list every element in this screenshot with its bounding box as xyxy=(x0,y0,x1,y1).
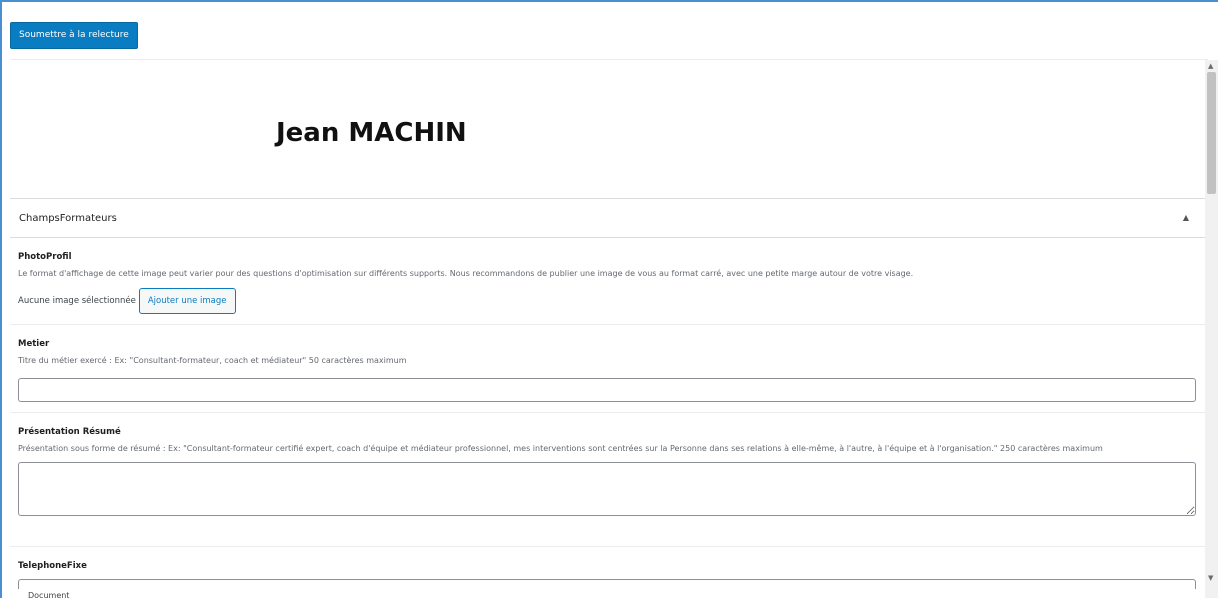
submit-for-review-button[interactable]: Soumettre à la relecture xyxy=(10,22,138,49)
no-image-text: Aucune image sélectionnée xyxy=(18,296,136,306)
field-desc-presentation: Présentation sous forme de résumé : Ex: … xyxy=(18,444,1103,453)
title-area: Jean MACHIN xyxy=(10,60,1205,198)
metier-input[interactable] xyxy=(18,378,1196,402)
scroll-thumb[interactable] xyxy=(1207,72,1216,194)
vertical-scrollbar[interactable]: ▲ ▼ xyxy=(1205,60,1218,598)
presentation-textarea[interactable] xyxy=(18,462,1196,516)
scroll-up-icon[interactable]: ▲ xyxy=(1208,62,1213,70)
breadcrumb-document[interactable]: Document xyxy=(28,591,69,600)
field-label-photo: PhotoProfil xyxy=(18,252,72,262)
field-label-telephone: TelephoneFixe xyxy=(18,561,87,571)
editor-canvas: Jean MACHIN ChampsFormateurs ▲ PhotoProf… xyxy=(10,60,1205,598)
scroll-down-icon[interactable]: ▼ xyxy=(1208,574,1213,582)
field-photo-profil: PhotoProfil Le format d'affichage de cet… xyxy=(10,238,1205,325)
add-image-button[interactable]: Ajouter une image xyxy=(138,288,236,314)
field-metier: Metier Titre du métier exercé : Ex: "Con… xyxy=(10,325,1205,413)
field-label-metier: Metier xyxy=(18,339,50,349)
field-label-presentation: Présentation Résumé xyxy=(18,427,121,437)
metabox-header[interactable]: ChampsFormateurs ▲ xyxy=(10,198,1205,238)
post-title[interactable]: Jean MACHIN xyxy=(276,118,467,148)
top-toolbar: Soumettre à la relecture xyxy=(10,22,138,49)
status-bar: Document xyxy=(10,589,1205,601)
field-desc-metier: Titre du métier exercé : Ex: "Consultant… xyxy=(18,356,407,365)
metabox-title: ChampsFormateurs xyxy=(19,213,117,224)
field-desc-photo: Le format d'affichage de cette image peu… xyxy=(18,269,914,278)
caret-up-icon[interactable]: ▲ xyxy=(1183,213,1189,222)
photo-row: Aucune image sélectionnée Ajouter une im… xyxy=(18,287,1196,315)
field-presentation: Présentation Résumé Présentation sous fo… xyxy=(10,413,1205,547)
